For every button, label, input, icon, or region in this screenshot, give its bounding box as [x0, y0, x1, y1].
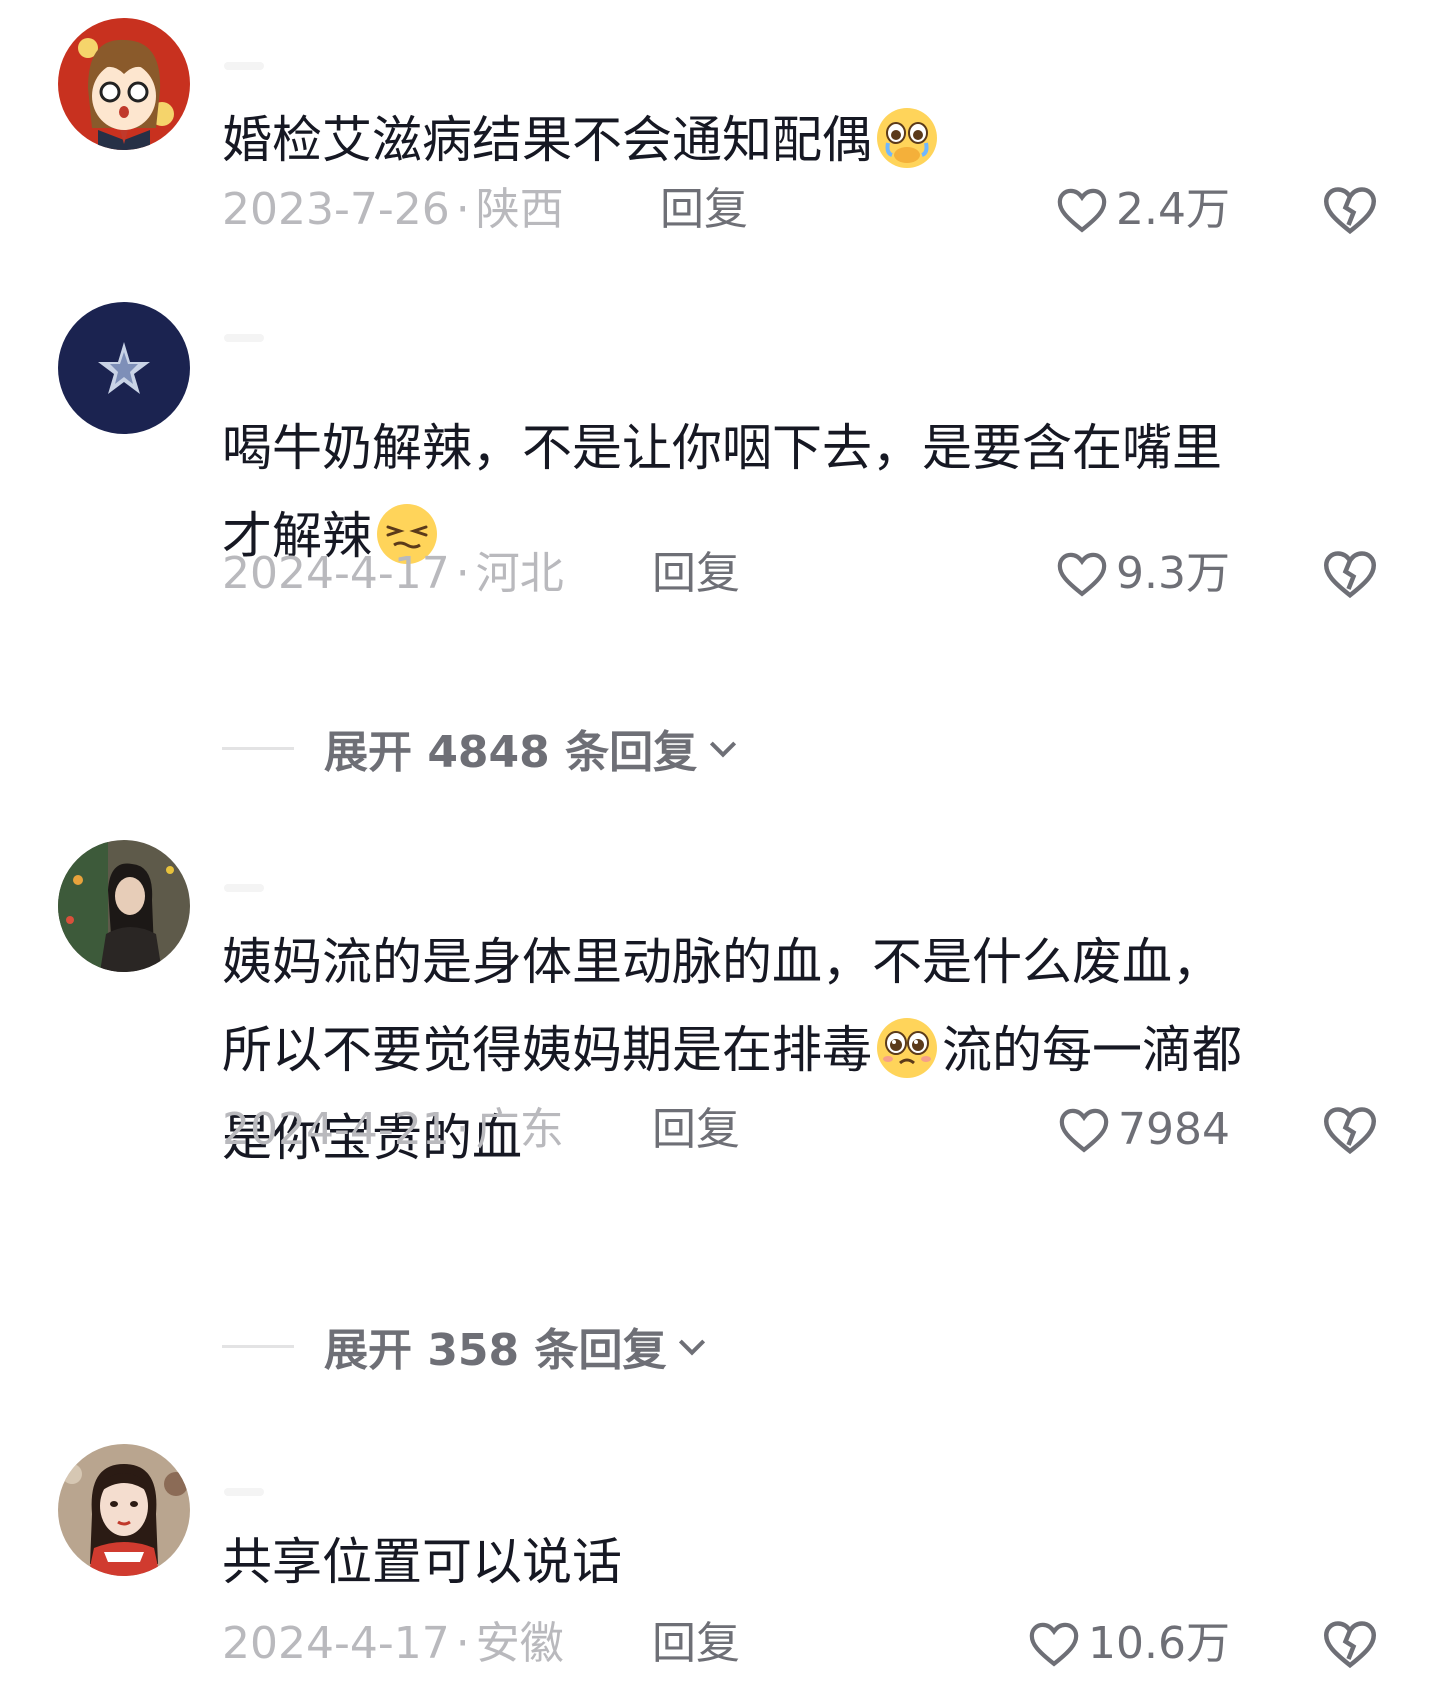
- expand-replies-button[interactable]: 展开 358 条回复: [222, 1316, 712, 1376]
- like-button[interactable]: 2.4万: [1054, 180, 1230, 240]
- comment-date: 2024-4-21: [222, 1104, 450, 1155]
- username[interactable]: [224, 1488, 264, 1496]
- comment-meta: 2023-7-26 · 陕西: [222, 180, 564, 240]
- comment-text: 共享位置可以说话: [222, 1518, 1372, 1606]
- crying-face-icon: [874, 105, 940, 171]
- username[interactable]: [224, 334, 264, 342]
- dislike-button[interactable]: [1320, 1614, 1380, 1674]
- heart-outline-icon: [1059, 1108, 1109, 1153]
- reply-button[interactable]: 回复: [652, 544, 740, 604]
- divider: [222, 746, 294, 750]
- avatar[interactable]: [58, 302, 190, 434]
- comment-text-line: 所以不要觉得姨妈期是在排毒 流的每一滴都: [222, 1006, 1372, 1094]
- pleading-face-icon: [874, 1015, 940, 1081]
- heart-outline-icon: [1029, 1622, 1079, 1667]
- comment-date: 2023-7-26: [222, 184, 450, 235]
- avatar[interactable]: [58, 18, 190, 150]
- comment-date: 2024-4-17: [222, 1618, 450, 1669]
- comment-text-segment: 婚检艾滋病结果不会通知配偶: [222, 111, 872, 169]
- like-button[interactable]: 9.3万: [1054, 544, 1230, 604]
- comment-location: 陕西: [475, 184, 564, 235]
- broken-heart-icon: [1323, 1107, 1377, 1155]
- comment-meta: 2024-4-21 · 广东: [222, 1100, 564, 1160]
- broken-heart-icon: [1323, 1621, 1377, 1669]
- username[interactable]: [224, 62, 264, 70]
- dislike-button[interactable]: [1320, 1100, 1380, 1160]
- heart-outline-icon: [1057, 188, 1107, 233]
- comment-location: 河北: [475, 548, 564, 599]
- comment-text-line: 喝牛奶解辣，不是让你咽下去，是要含在嘴里: [222, 419, 1222, 477]
- broken-heart-icon: [1323, 551, 1377, 599]
- reply-button[interactable]: 回复: [660, 180, 748, 240]
- like-count: 2.4万: [1116, 184, 1230, 235]
- like-count: 10.6万: [1088, 1618, 1230, 1669]
- chevron-down-icon: [679, 1339, 706, 1356]
- meta-separator: ·: [455, 548, 470, 599]
- dislike-button[interactable]: [1320, 544, 1380, 604]
- comment-location: 安徽: [475, 1618, 564, 1669]
- like-button[interactable]: 7984: [1056, 1100, 1230, 1160]
- expand-replies-button[interactable]: 展开 4848 条回复: [222, 718, 743, 778]
- comment-text-segment: 流的每一滴都: [942, 1021, 1242, 1079]
- comment-meta: 2024-4-17 · 安徽: [222, 1614, 564, 1674]
- comment-text-line: 姨妈流的是身体里动脉的血，不是什么废血，: [222, 933, 1222, 991]
- dislike-button[interactable]: [1320, 180, 1380, 240]
- avatar[interactable]: [58, 840, 190, 972]
- avatar[interactable]: [58, 1444, 190, 1576]
- expand-replies-label: 展开 358 条回复: [324, 1325, 667, 1376]
- comment-date: 2024-4-17: [222, 548, 450, 599]
- like-count: 7984: [1118, 1104, 1230, 1155]
- meta-separator: ·: [455, 1618, 470, 1669]
- username[interactable]: [224, 884, 264, 892]
- heart-outline-icon: [1057, 552, 1107, 597]
- comment-location: 广东: [475, 1104, 564, 1155]
- comment-text-line: 共享位置可以说话: [222, 1533, 622, 1591]
- comment-text-segment: 所以不要觉得姨妈期是在排毒: [222, 1021, 872, 1079]
- meta-separator: ·: [455, 1104, 470, 1155]
- like-button[interactable]: 10.6万: [1026, 1614, 1230, 1674]
- comment-text: 婚检艾滋病结果不会通知配偶: [222, 96, 1372, 184]
- divider: [222, 1344, 294, 1348]
- like-count: 9.3万: [1116, 548, 1230, 599]
- expand-replies-label: 展开 4848 条回复: [324, 727, 698, 778]
- comment-meta: 2024-4-17 · 河北: [222, 544, 564, 604]
- reply-button[interactable]: 回复: [652, 1614, 740, 1674]
- reply-button[interactable]: 回复: [652, 1100, 740, 1160]
- broken-heart-icon: [1323, 187, 1377, 235]
- meta-separator: ·: [455, 184, 470, 235]
- chevron-down-icon: [710, 741, 737, 758]
